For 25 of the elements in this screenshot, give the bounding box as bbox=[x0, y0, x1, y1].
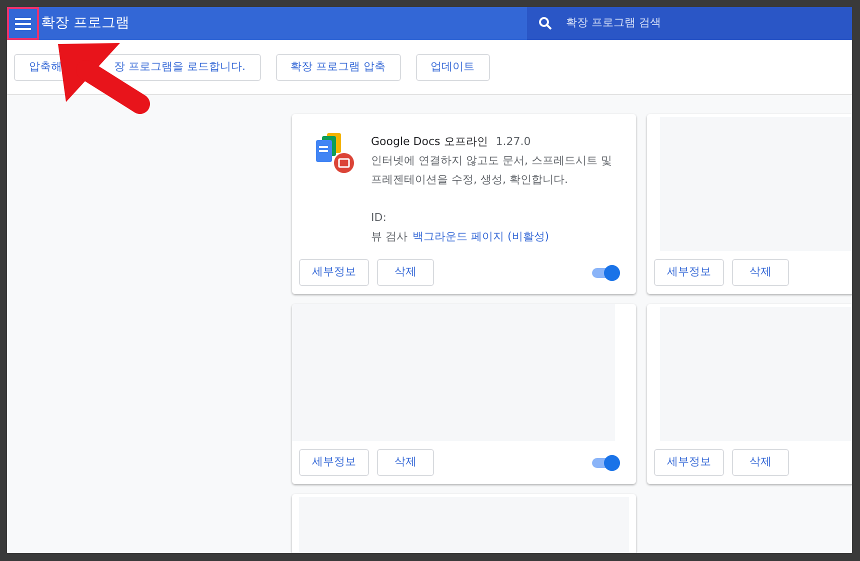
background-page-link[interactable]: 백그라운드 페이지 (비활성) bbox=[412, 227, 550, 246]
menu-icon[interactable] bbox=[15, 16, 31, 30]
toolbar-button[interactable]: 확장 프로그램 압축 bbox=[276, 54, 400, 80]
toolbar-button[interactable]: 업데이트 bbox=[416, 54, 490, 80]
search-input[interactable]: 확장 프로그램 검색 bbox=[566, 15, 816, 32]
page-title: 확장 프로그램 bbox=[41, 14, 130, 33]
extension-version: 1.27.0 bbox=[496, 134, 531, 150]
extension-description: 인터넷에 연결하지 않고도 문서, 스프레드시트 및 프레젠테이션을 수정, 생성, 확인합니다. bbox=[371, 153, 613, 188]
search-icon bbox=[539, 17, 552, 30]
card-button[interactable]: 삭제 bbox=[732, 259, 789, 286]
card-button[interactable]: 세부정보 bbox=[654, 449, 724, 476]
docs-offline-icon bbox=[315, 132, 355, 174]
search-field[interactable]: 확장 프로그램 검색 bbox=[527, 7, 852, 40]
card-button[interactable]: 세부정보 bbox=[299, 259, 369, 286]
extension-name: Google Docs 오프라인 bbox=[371, 134, 488, 150]
id-label: ID: bbox=[371, 210, 386, 226]
enable-toggle[interactable] bbox=[592, 454, 620, 470]
card-button[interactable]: 세부정보 bbox=[299, 449, 369, 476]
enable-toggle[interactable] bbox=[592, 264, 620, 280]
card-button[interactable]: 세부정보 bbox=[654, 259, 724, 286]
inspect-label: 뷰 검사 bbox=[371, 229, 408, 245]
card-button[interactable]: 삭제 bbox=[377, 449, 434, 476]
card-button[interactable]: 삭제 bbox=[377, 259, 434, 286]
card-button[interactable]: 삭제 bbox=[732, 449, 789, 476]
highlight-box bbox=[7, 7, 39, 40]
